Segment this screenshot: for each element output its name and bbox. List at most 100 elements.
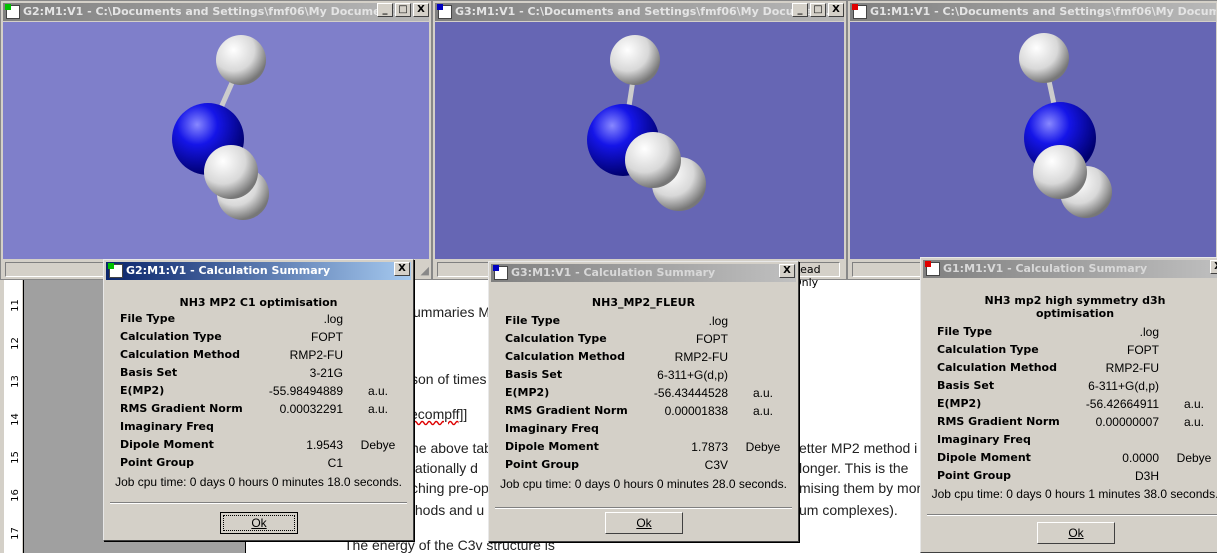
field-label: Dipole Moment <box>505 440 599 453</box>
field-unit: a.u. <box>367 384 388 398</box>
field-unit: Debye <box>745 440 781 454</box>
close-button[interactable]: X <box>779 264 795 278</box>
summary-row: Basis Set 6-311+G(d,p) <box>505 368 788 386</box>
maximize-button[interactable]: □ <box>395 3 411 17</box>
doc-text: ecompff]] <box>410 406 468 422</box>
gaussview-icon <box>493 265 508 280</box>
field-value: 6-311+G(d,p) <box>1088 379 1159 393</box>
gaussview-icon <box>852 4 867 19</box>
summary-row: Basis Set 6-311+G(d,p) <box>937 379 1217 397</box>
close-button[interactable]: X <box>413 3 429 17</box>
summary-row: File Type .log <box>937 325 1217 343</box>
job-cpu-time: Job cpu time: 0 days 0 hours 0 minutes 2… <box>500 477 787 491</box>
summary-row: Point Group C3V <box>505 458 788 476</box>
field-value: RMP2-FU <box>674 350 728 364</box>
field-label: Basis Set <box>120 366 178 379</box>
summary-row: Basis Set 3-21G <box>120 366 403 384</box>
molecule-viewport[interactable] <box>3 22 429 259</box>
field-unit: Debye <box>360 438 396 452</box>
field-value: FOPT <box>311 330 343 344</box>
gaussview-icon <box>108 263 123 278</box>
ok-button[interactable]: Ok <box>220 512 298 534</box>
summary-row: RMS Gradient Norm 0.00032291 a.u. <box>120 402 403 420</box>
field-value: RMP2-FU <box>289 348 343 362</box>
molecule-viewport[interactable] <box>850 22 1216 259</box>
summary-row: E(MP2) -56.42664911 a.u. <box>937 397 1217 415</box>
close-button[interactable]: X <box>1210 260 1217 274</box>
field-label: RMS Gradient Norm <box>120 402 243 415</box>
ruler-number: 15 <box>9 451 21 464</box>
dialog-titlebar[interactable]: G3:M1:V1 - Calculation Summary <box>491 264 796 282</box>
field-label: RMS Gradient Norm <box>937 415 1060 428</box>
summary-row: RMS Gradient Norm 0.00000007 a.u. <box>937 415 1217 433</box>
resize-grip-icon[interactable]: ◢ <box>421 264 429 277</box>
hydrogen-atom[interactable] <box>610 35 660 85</box>
divider <box>927 514 1217 516</box>
molecule-viewport[interactable] <box>435 22 844 259</box>
minimize-button[interactable]: _ <box>377 3 393 17</box>
field-label: Imaginary Freq <box>120 420 214 433</box>
divider <box>495 507 792 509</box>
field-label: Calculation Method <box>937 361 1057 374</box>
summary-row: Calculation Method RMP2-FU <box>505 350 788 368</box>
summary-row: Imaginary Freq <box>505 422 788 440</box>
close-button[interactable]: X <box>394 262 410 276</box>
molecule-window-g1[interactable]: G1:M1:V1 - C:\Documents and Settings\fmf… <box>847 0 1217 280</box>
field-unit: a.u. <box>1183 415 1204 429</box>
molecule-window-g3[interactable]: G3:M1:V1 - C:\Documents and Settings\fmf… <box>432 0 847 289</box>
field-unit: a.u. <box>752 386 773 400</box>
ruler-number: 14 <box>9 413 21 426</box>
field-label: RMS Gradient Norm <box>505 404 628 417</box>
summary-row: E(MP2) -55.98494889 a.u. <box>120 384 403 402</box>
field-label: Dipole Moment <box>937 451 1031 464</box>
close-button[interactable]: X <box>828 3 844 17</box>
dialog-titlebar[interactable]: G2:M1:V1 - Calculation Summary <box>106 262 411 280</box>
field-label: Point Group <box>120 456 195 469</box>
doc-text: ching pre-op <box>411 480 489 496</box>
doc-text: thods and u <box>411 502 485 518</box>
hydrogen-atom[interactable] <box>204 145 258 199</box>
ok-button[interactable]: Ok <box>605 512 683 534</box>
molecule-window-g2[interactable]: G2:M1:V1 - C:\Documents and Settings\fmf… <box>0 0 432 280</box>
summary-row: File Type .log <box>120 312 403 330</box>
hydrogen-atom[interactable] <box>1019 33 1069 83</box>
field-value: 6-311+G(d,p) <box>657 368 728 382</box>
hydrogen-atom[interactable] <box>216 35 266 85</box>
window-title: G1:M1:V1 - C:\Documents and Settings\fmf… <box>870 5 1216 18</box>
dialog-title: G1:M1:V1 - Calculation Summary <box>943 262 1148 275</box>
field-label: File Type <box>505 314 561 327</box>
doc-text: mising them by mor <box>799 480 922 496</box>
field-value: C3V <box>704 458 728 472</box>
maximize-button[interactable]: □ <box>810 3 826 17</box>
field-value: 1.7873 <box>691 440 728 454</box>
calculation-summary-dialog[interactable]: G3:M1:V1 - Calculation Summary X NH3_MP2… <box>488 261 799 542</box>
field-value: -55.98494889 <box>268 384 343 398</box>
ruler-number: 17 <box>9 527 21 540</box>
field-label: E(MP2) <box>505 386 550 399</box>
calculation-heading: NH3_MP2_FLEUR <box>591 296 696 309</box>
minimize-button[interactable]: _ <box>792 3 808 17</box>
dialog-titlebar[interactable]: G1:M1:V1 - Calculation Summary <box>923 260 1217 278</box>
field-unit: a.u. <box>1183 397 1204 411</box>
calculation-summary-dialog[interactable]: G1:M1:V1 - Calculation Summary X NH3 mp2… <box>920 257 1217 553</box>
field-label: Basis Set <box>937 379 995 392</box>
summary-row: Calculation Method RMP2-FU <box>120 348 403 366</box>
field-value: -56.43444528 <box>653 386 728 400</box>
window-titlebar[interactable]: G1:M1:V1 - C:\Documents and Settings\fmf… <box>850 3 1216 21</box>
summary-row: Calculation Type FOPT <box>937 343 1217 361</box>
field-label: Dipole Moment <box>120 438 214 451</box>
job-cpu-time: Job cpu time: 0 days 0 hours 1 minutes 3… <box>931 487 1217 501</box>
ruler-number: 13 <box>9 375 21 388</box>
calculation-summary-dialog[interactable]: G2:M1:V1 - Calculation Summary X NH3 MP2… <box>103 259 414 541</box>
field-label: Point Group <box>937 469 1012 482</box>
window-titlebar[interactable]: G2:M1:V1 - C:\Documents and Settings\fmf… <box>3 3 429 21</box>
window-title: G3:M1:V1 - C:\Documents and Settings\fmf… <box>455 5 839 18</box>
summary-row: Calculation Method RMP2-FU <box>937 361 1217 379</box>
hydrogen-atom[interactable] <box>625 132 681 188</box>
ok-button[interactable]: Ok <box>1037 522 1115 544</box>
hydrogen-atom[interactable] <box>1033 145 1087 199</box>
summary-row: Dipole Moment 1.9543 Debye <box>120 438 403 456</box>
field-value: 0.00001838 <box>664 404 728 418</box>
field-value: RMP2-FU <box>1105 361 1159 375</box>
window-titlebar[interactable]: G3:M1:V1 - C:\Documents and Settings\fmf… <box>435 3 844 21</box>
